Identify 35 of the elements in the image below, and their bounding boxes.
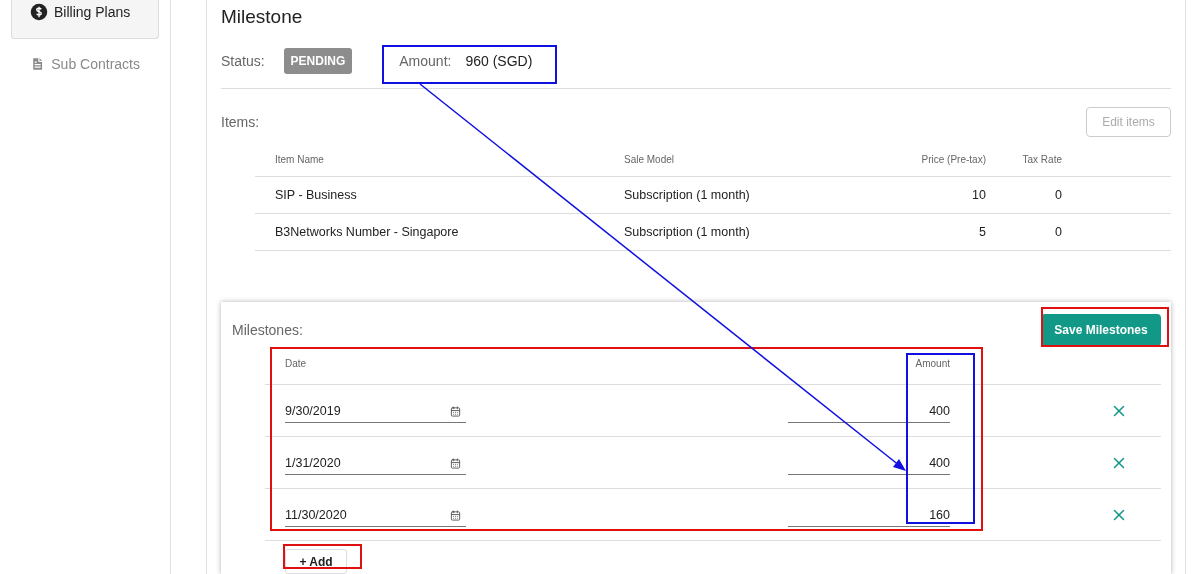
dollar-icon <box>30 2 48 21</box>
table-cell-text: 10 <box>971 188 986 202</box>
column-header: Date <box>285 358 308 369</box>
date-field[interactable]: 1/31/2020 <box>285 452 466 475</box>
add-button[interactable]: + Add <box>285 549 347 574</box>
calendar-icon <box>450 509 461 521</box>
table-cell-text: Subscription (1 month) <box>624 225 751 239</box>
table-cell-text: SIP - Business <box>275 188 358 202</box>
date-field[interactable]: 11/30/2020 <box>285 504 466 527</box>
status-badge: PENDING <box>283 47 353 74</box>
items-label: Items: <box>221 113 260 130</box>
calendar-icon <box>450 405 461 417</box>
table-cell-text: 0 <box>1054 188 1062 202</box>
calendar-icon <box>450 457 461 469</box>
status-label: Status: <box>221 52 265 69</box>
column-header: Amount <box>914 358 950 369</box>
column-header: Item Name <box>275 153 325 165</box>
amount-field[interactable]: 400 <box>910 452 950 474</box>
sidebar-item[interactable]: Billing Plans <box>11 0 159 39</box>
table-cell-text: Subscription (1 month) <box>624 188 751 202</box>
milestones-label: Milestones: <box>232 322 303 338</box>
date-field[interactable]: 9/30/2019 <box>285 400 466 423</box>
page-title: Milestone <box>221 6 304 29</box>
save-milestones-button[interactable]: Save Milestones <box>1041 314 1161 346</box>
column-header: Price (Pre-tax) <box>920 153 986 165</box>
amount-field[interactable]: 400 <box>910 400 950 422</box>
column-header: Tax Rate <box>1021 153 1062 165</box>
amount-value: 960 (SGD) <box>465 52 533 69</box>
column-header: Sale Model <box>624 153 676 165</box>
amount-label: Amount: <box>399 52 452 69</box>
table-cell-text: 0 <box>1054 225 1062 239</box>
table-cell-text: B3Networks Number - Singapore <box>275 225 460 239</box>
amount-field[interactable]: 160 <box>910 504 950 526</box>
table-cell-text: 5 <box>978 225 986 239</box>
sidebar-item[interactable]: Sub Contracts <box>11 51 159 77</box>
